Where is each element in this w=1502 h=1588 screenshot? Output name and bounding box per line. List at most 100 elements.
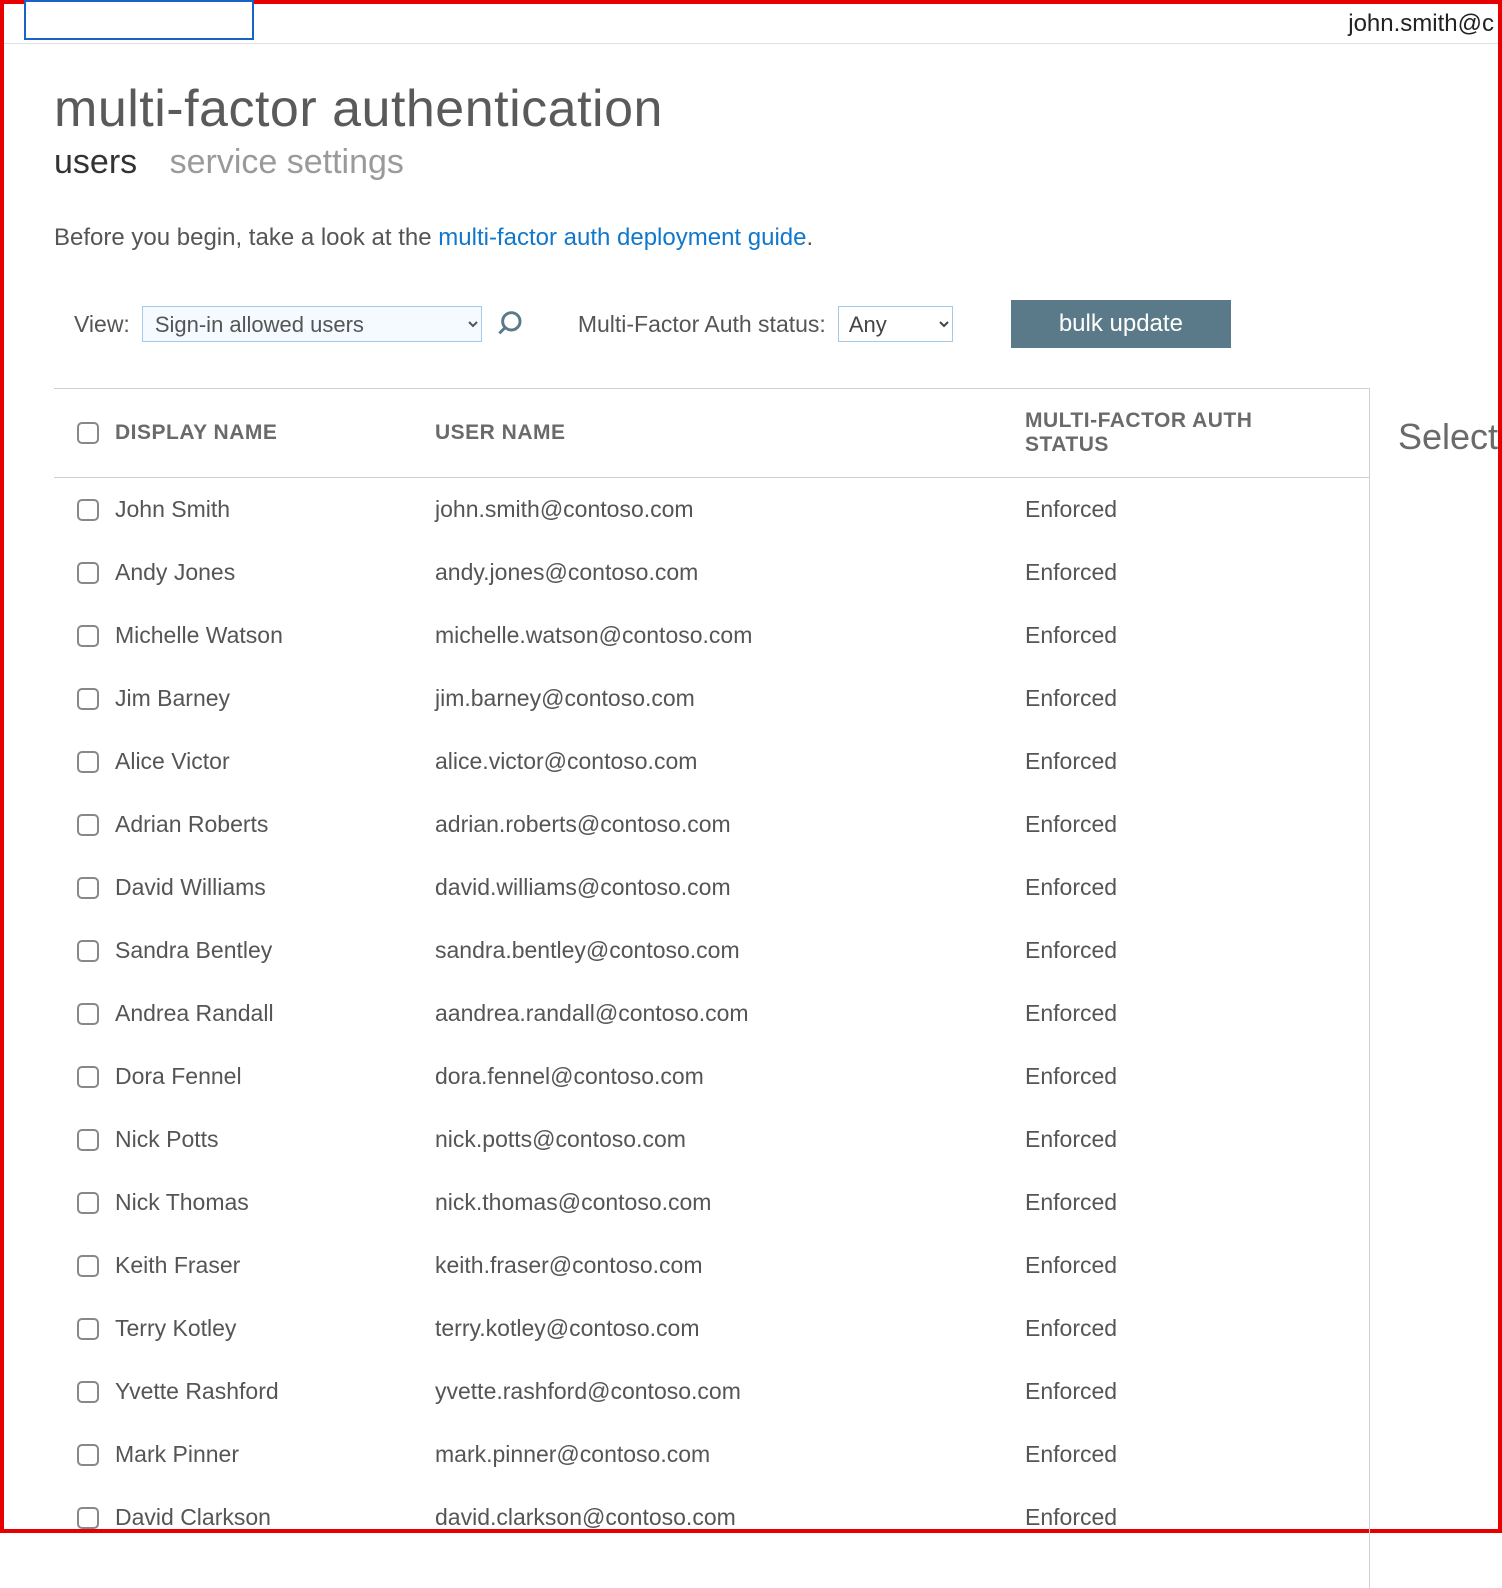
table-row[interactable]: Sandra Bentleysandra.bentley@contoso.com… bbox=[54, 919, 1369, 982]
cell-user-name: aandrea.randall@contoso.com bbox=[435, 1000, 1025, 1027]
cell-display-name: Dora Fennel bbox=[115, 1063, 435, 1090]
row-checkbox[interactable] bbox=[77, 1507, 99, 1529]
tab-strip: users service settings bbox=[54, 143, 1498, 182]
status-label: Multi-Factor Auth status: bbox=[578, 311, 826, 338]
cell-status: Enforced bbox=[1025, 1504, 1325, 1531]
cell-display-name: Andy Jones bbox=[115, 559, 435, 586]
row-checkbox[interactable] bbox=[77, 688, 99, 710]
cell-user-name: mark.pinner@contoso.com bbox=[435, 1441, 1025, 1468]
table-row[interactable]: David Clarksondavid.clarkson@contoso.com… bbox=[54, 1486, 1369, 1549]
intro-link[interactable]: multi-factor auth deployment guide bbox=[438, 224, 806, 251]
table-row[interactable]: Keith Fraserkeith.fraser@contoso.comEnfo… bbox=[54, 1234, 1369, 1297]
users-table: DISPLAY NAME USER NAME MULTI-FACTOR AUTH… bbox=[54, 388, 1369, 1549]
main-area: DISPLAY NAME USER NAME MULTI-FACTOR AUTH… bbox=[54, 388, 1498, 1588]
cell-display-name: David Clarkson bbox=[115, 1504, 435, 1531]
cell-user-name: nick.thomas@contoso.com bbox=[435, 1189, 1025, 1216]
cell-display-name: John Smith bbox=[115, 496, 435, 523]
cell-display-name: Mark Pinner bbox=[115, 1441, 435, 1468]
cell-status: Enforced bbox=[1025, 685, 1325, 712]
table-row[interactable]: David Williamsdavid.williams@contoso.com… bbox=[54, 856, 1369, 919]
intro-text: Before you begin, take a look at the mul… bbox=[54, 224, 1498, 252]
table-row[interactable]: Nick Thomasnick.thomas@contoso.comEnforc… bbox=[54, 1171, 1369, 1234]
brand-box bbox=[24, 0, 254, 40]
row-checkbox[interactable] bbox=[77, 751, 99, 773]
cell-display-name: Alice Victor bbox=[115, 748, 435, 775]
cell-user-name: yvette.rashford@contoso.com bbox=[435, 1378, 1025, 1405]
cell-status: Enforced bbox=[1025, 1126, 1325, 1153]
cell-user-name: andy.jones@contoso.com bbox=[435, 559, 1025, 586]
side-panel-title: Select bbox=[1398, 416, 1498, 458]
row-checkbox[interactable] bbox=[77, 562, 99, 584]
search-icon[interactable] bbox=[498, 308, 530, 340]
table-row[interactable]: Yvette Rashfordyvette.rashford@contoso.c… bbox=[54, 1360, 1369, 1423]
col-display-name[interactable]: DISPLAY NAME bbox=[115, 421, 435, 445]
cell-status: Enforced bbox=[1025, 1000, 1325, 1027]
view-select[interactable]: Sign-in allowed users bbox=[142, 306, 482, 342]
cell-user-name: keith.fraser@contoso.com bbox=[435, 1252, 1025, 1279]
row-checkbox[interactable] bbox=[77, 1318, 99, 1340]
table-row[interactable]: Michelle Watsonmichelle.watson@contoso.c… bbox=[54, 604, 1369, 667]
top-bar: john.smith@c bbox=[4, 4, 1498, 44]
tab-users[interactable]: users bbox=[54, 143, 137, 182]
row-checkbox[interactable] bbox=[77, 1129, 99, 1151]
row-checkbox[interactable] bbox=[77, 499, 99, 521]
row-checkbox[interactable] bbox=[77, 1192, 99, 1214]
main-content: multi-factor authentication users servic… bbox=[4, 44, 1498, 1588]
page-title: multi-factor authentication bbox=[54, 79, 1498, 139]
row-checkbox[interactable] bbox=[77, 814, 99, 836]
row-checkbox[interactable] bbox=[77, 1003, 99, 1025]
row-checkbox[interactable] bbox=[77, 877, 99, 899]
row-checkbox[interactable] bbox=[77, 1381, 99, 1403]
cell-status: Enforced bbox=[1025, 1378, 1325, 1405]
tab-service-settings[interactable]: service settings bbox=[170, 143, 404, 182]
select-all-checkbox[interactable] bbox=[77, 422, 99, 444]
side-panel: Select bbox=[1369, 388, 1498, 1588]
cell-status: Enforced bbox=[1025, 748, 1325, 775]
table-row[interactable]: Nick Pottsnick.potts@contoso.comEnforced bbox=[54, 1108, 1369, 1171]
cell-user-name: david.williams@contoso.com bbox=[435, 874, 1025, 901]
table-row[interactable]: John Smithjohn.smith@contoso.comEnforced bbox=[54, 478, 1369, 541]
table-row[interactable]: Andy Jonesandy.jones@contoso.comEnforced bbox=[54, 541, 1369, 604]
cell-status: Enforced bbox=[1025, 559, 1325, 586]
table-body: John Smithjohn.smith@contoso.comEnforced… bbox=[54, 478, 1369, 1549]
cell-display-name: Andrea Randall bbox=[115, 1000, 435, 1027]
cell-user-name: john.smith@contoso.com bbox=[435, 496, 1025, 523]
status-select[interactable]: Any bbox=[838, 306, 953, 342]
table-row[interactable]: Adrian Robertsadrian.roberts@contoso.com… bbox=[54, 793, 1369, 856]
cell-display-name: Jim Barney bbox=[115, 685, 435, 712]
bulk-update-button[interactable]: bulk update bbox=[1011, 300, 1231, 348]
cell-display-name: Adrian Roberts bbox=[115, 811, 435, 838]
cell-status: Enforced bbox=[1025, 811, 1325, 838]
col-status[interactable]: MULTI-FACTOR AUTH STATUS bbox=[1025, 409, 1325, 457]
cell-user-name: michelle.watson@contoso.com bbox=[435, 622, 1025, 649]
table-row[interactable]: Mark Pinnermark.pinner@contoso.comEnforc… bbox=[54, 1423, 1369, 1486]
signed-in-user: john.smith@c bbox=[1348, 10, 1494, 38]
cell-status: Enforced bbox=[1025, 622, 1325, 649]
cell-status: Enforced bbox=[1025, 1063, 1325, 1090]
cell-display-name: Michelle Watson bbox=[115, 622, 435, 649]
table-row[interactable]: Terry Kotleyterry.kotley@contoso.comEnfo… bbox=[54, 1297, 1369, 1360]
cell-display-name: Nick Thomas bbox=[115, 1189, 435, 1216]
row-checkbox[interactable] bbox=[77, 1444, 99, 1466]
cell-display-name: Keith Fraser bbox=[115, 1252, 435, 1279]
row-checkbox[interactable] bbox=[77, 1066, 99, 1088]
table-row[interactable]: Andrea Randallaandrea.randall@contoso.co… bbox=[54, 982, 1369, 1045]
table-row[interactable]: Alice Victoralice.victor@contoso.comEnfo… bbox=[54, 730, 1369, 793]
cell-display-name: Terry Kotley bbox=[115, 1315, 435, 1342]
row-checkbox[interactable] bbox=[77, 940, 99, 962]
table-row[interactable]: Dora Fenneldora.fennel@contoso.comEnforc… bbox=[54, 1045, 1369, 1108]
cell-user-name: terry.kotley@contoso.com bbox=[435, 1315, 1025, 1342]
cell-display-name: Yvette Rashford bbox=[115, 1378, 435, 1405]
cell-user-name: nick.potts@contoso.com bbox=[435, 1126, 1025, 1153]
row-checkbox[interactable] bbox=[77, 625, 99, 647]
cell-status: Enforced bbox=[1025, 1441, 1325, 1468]
row-checkbox[interactable] bbox=[77, 1255, 99, 1277]
cell-user-name: jim.barney@contoso.com bbox=[435, 685, 1025, 712]
cell-status: Enforced bbox=[1025, 1252, 1325, 1279]
col-user-name[interactable]: USER NAME bbox=[435, 421, 1025, 445]
intro-prefix: Before you begin, take a look at the bbox=[54, 224, 438, 251]
table-row[interactable]: Jim Barneyjim.barney@contoso.comEnforced bbox=[54, 667, 1369, 730]
table-header: DISPLAY NAME USER NAME MULTI-FACTOR AUTH… bbox=[54, 388, 1369, 478]
cell-user-name: adrian.roberts@contoso.com bbox=[435, 811, 1025, 838]
view-label: View: bbox=[74, 311, 130, 338]
